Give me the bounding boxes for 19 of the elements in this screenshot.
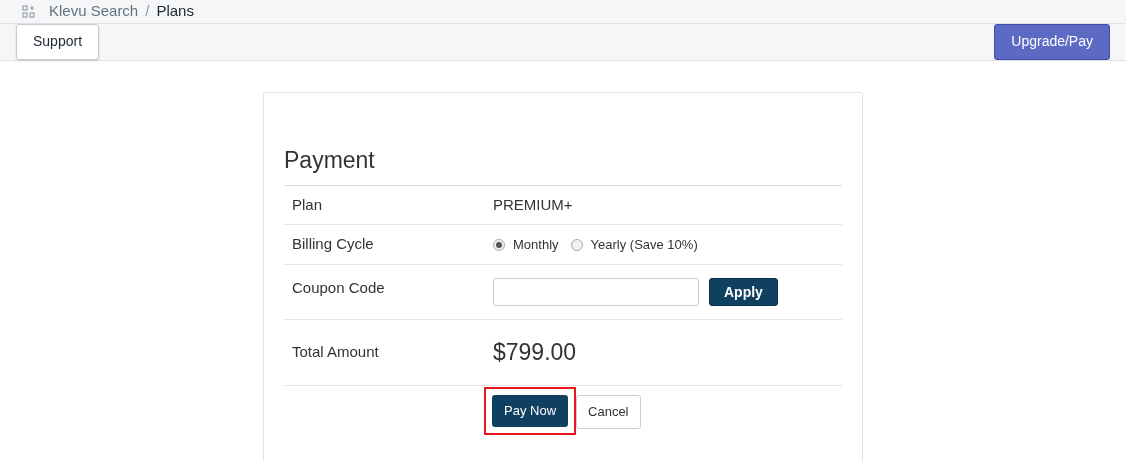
breadcrumb-link[interactable]: Klevu Search bbox=[49, 0, 139, 23]
apps-icon[interactable] bbox=[22, 4, 35, 18]
coupon-input[interactable] bbox=[493, 278, 699, 306]
billing-radio[interactable]: Yearly (Save 10%) bbox=[570, 234, 698, 255]
breadcrumb-separator: / bbox=[145, 1, 150, 21]
breadcrumb-current: Plans bbox=[156, 1, 194, 21]
billing-label: Billing Cycle bbox=[291, 234, 375, 255]
support-button[interactable]: Support bbox=[16, 23, 100, 60]
total-label: Total Amount bbox=[291, 342, 380, 363]
apply-button[interactable]: Apply bbox=[709, 278, 778, 306]
plan-label: Plan bbox=[291, 194, 324, 215]
pay-now-button[interactable]: Pay Now bbox=[492, 395, 569, 427]
billing-radio[interactable]: Monthly bbox=[493, 234, 559, 255]
cancel-button[interactable]: Cancel bbox=[576, 395, 641, 429]
upgrade-button[interactable]: Upgrade/Pay bbox=[994, 23, 1110, 60]
payment-title: Payment bbox=[284, 142, 842, 186]
total-value: $799.00 bbox=[493, 338, 577, 368]
coupon-label: Coupon Code bbox=[291, 278, 386, 298]
plan-value: PREMIUM+ bbox=[493, 194, 573, 215]
